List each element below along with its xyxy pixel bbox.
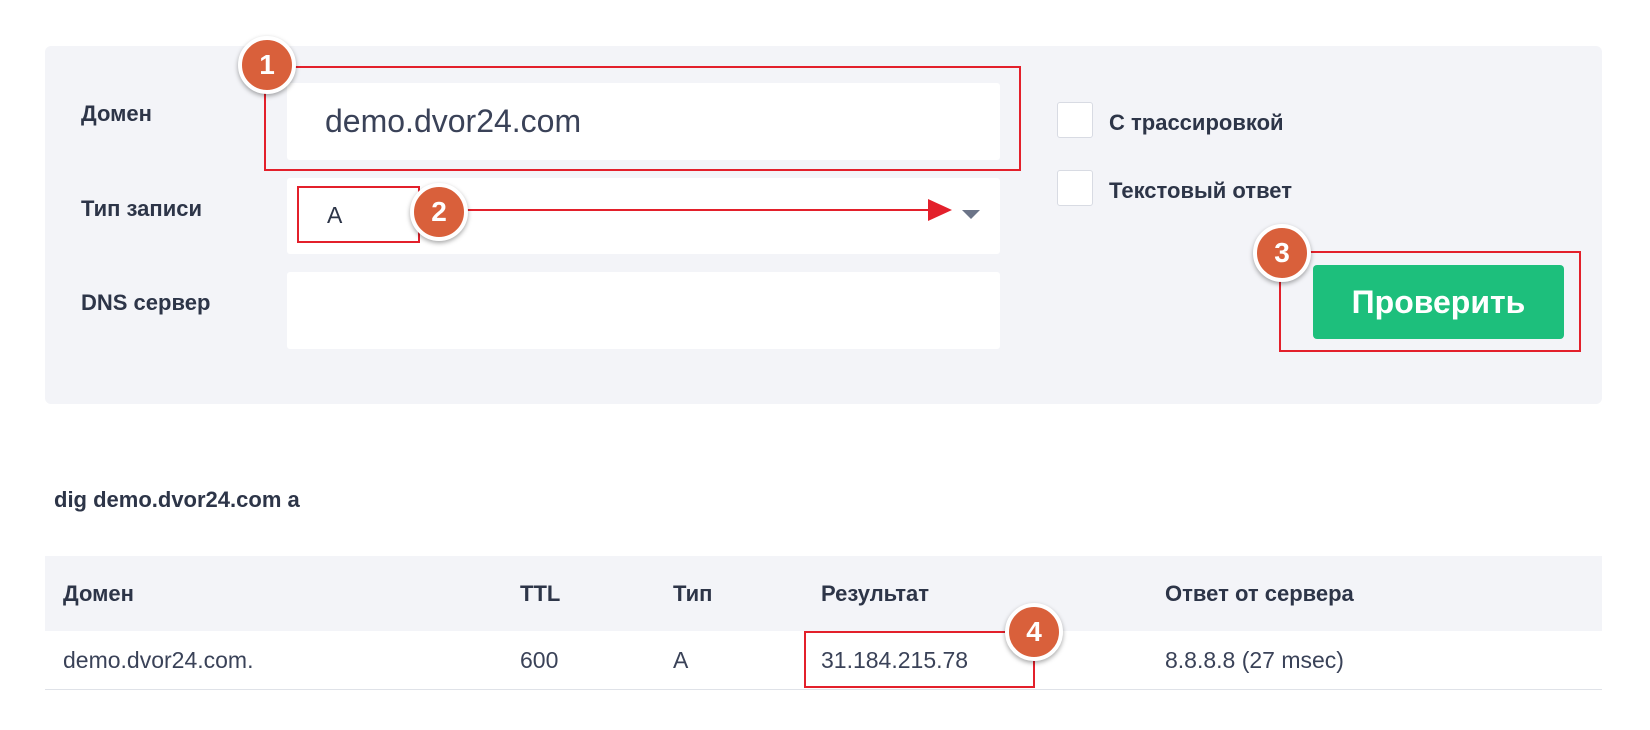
dns-server-label: DNS сервер	[81, 290, 211, 315]
results-table-header: Домен TTL Тип Результат Ответ от сервера	[45, 556, 1602, 631]
column-header-result: Результат	[821, 581, 930, 606]
domain-label: Домен	[81, 101, 152, 126]
annotation-box-result	[804, 631, 1035, 688]
annotation-box-domain	[264, 66, 1021, 171]
annotation-box-record-type	[297, 186, 420, 243]
cell-ttl: 600	[520, 647, 559, 673]
column-header-domain: Домен	[63, 581, 134, 606]
annotation-marker-4: 4	[1005, 603, 1063, 661]
annotation-arrow-line	[466, 209, 929, 211]
cell-domain: demo.dvor24.com.	[63, 647, 254, 673]
text-response-checkbox[interactable]	[1057, 170, 1093, 206]
dig-command: dig demo.dvor24.com a	[54, 487, 300, 512]
annotation-box-check-button	[1279, 251, 1581, 352]
column-header-type: Тип	[673, 581, 713, 606]
trace-checkbox[interactable]	[1057, 102, 1093, 138]
column-header-ttl: TTL	[520, 581, 561, 606]
arrow-right-icon	[928, 199, 952, 221]
cell-server-response: 8.8.8.8 (27 msec)	[1165, 647, 1344, 673]
dns-server-input[interactable]	[287, 272, 1000, 349]
column-header-server-response: Ответ от сервера	[1165, 581, 1354, 606]
annotation-marker-3: 3	[1253, 224, 1311, 282]
annotation-marker-2: 2	[410, 183, 468, 241]
chevron-down-icon	[962, 210, 980, 219]
record-type-label: Тип записи	[81, 196, 202, 221]
trace-checkbox-label: С трассировкой	[1109, 110, 1284, 135]
cell-type: A	[673, 647, 689, 673]
annotation-marker-1: 1	[238, 36, 296, 94]
text-response-checkbox-label: Текстовый ответ	[1109, 178, 1293, 203]
